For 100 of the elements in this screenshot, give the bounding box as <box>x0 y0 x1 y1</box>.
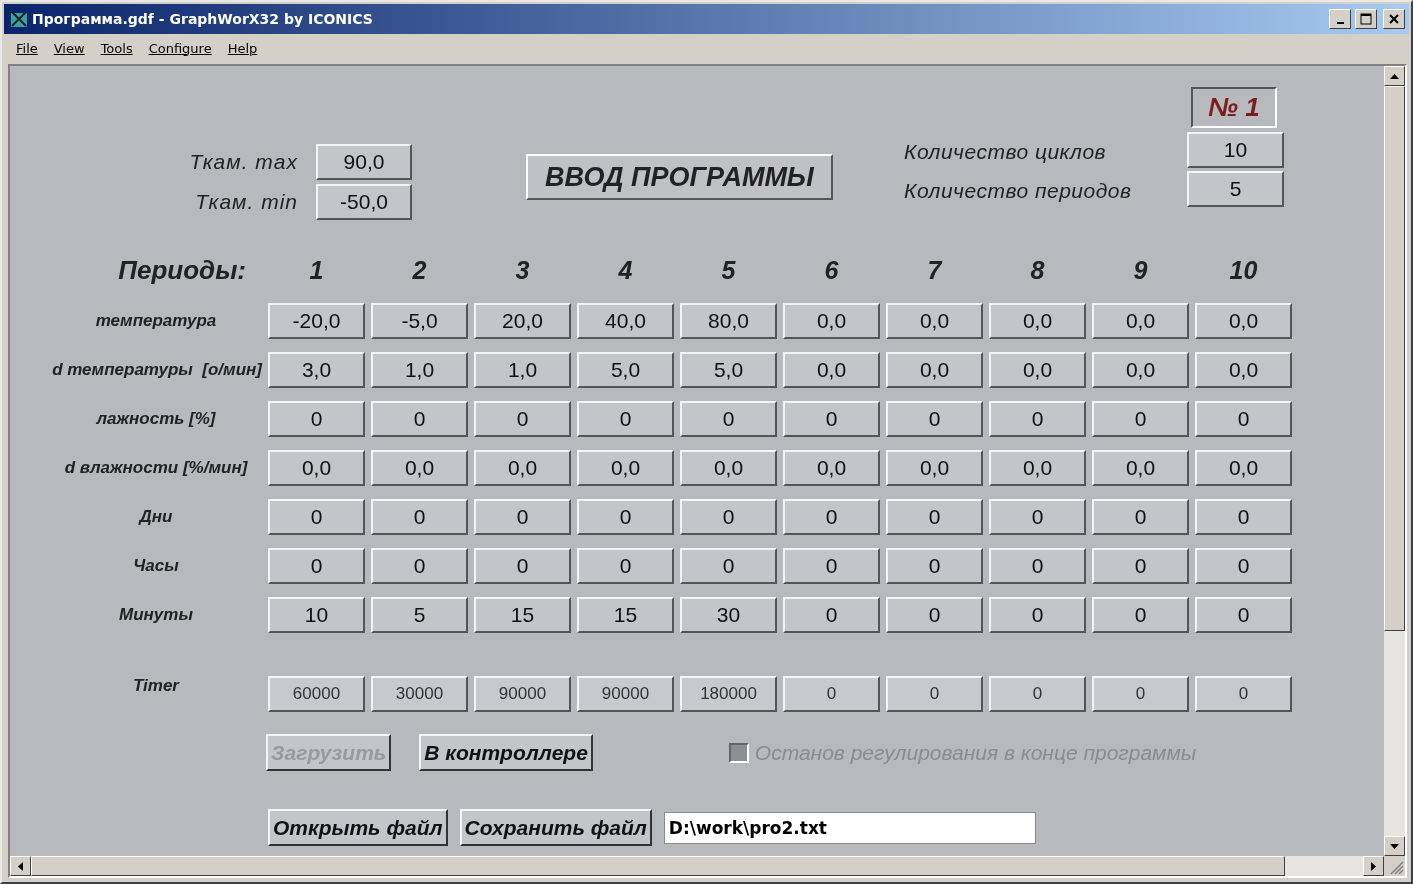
limit-field[interactable]: -50,0 <box>316 184 412 220</box>
open-file-button[interactable]: Открыть файл <box>268 809 448 846</box>
scroll-up-button[interactable] <box>1384 66 1405 86</box>
value-field[interactable]: 3,0 <box>268 352 365 388</box>
scroll-right-button[interactable] <box>1363 856 1384 876</box>
value-field[interactable]: 0 <box>1195 548 1292 584</box>
value-field[interactable]: 0,0 <box>989 303 1086 339</box>
value-field[interactable]: 0 <box>886 499 983 535</box>
value-field[interactable]: 0 <box>680 401 777 437</box>
value-field[interactable]: 0 <box>577 548 674 584</box>
value-field[interactable]: 0 <box>1092 499 1189 535</box>
value-field[interactable]: 5,0 <box>577 352 674 388</box>
value-field[interactable]: 15 <box>577 597 674 633</box>
save-file-button[interactable]: Сохранить файл <box>459 809 652 846</box>
value-field[interactable]: 0 <box>680 499 777 535</box>
file-path-field[interactable]: D:\work\pro2.txt <box>663 811 1036 844</box>
value-field[interactable]: 0,0 <box>886 352 983 388</box>
value-field[interactable]: 0 <box>577 401 674 437</box>
value-field[interactable]: 0 <box>886 597 983 633</box>
value-field[interactable]: 0 <box>886 401 983 437</box>
value-field[interactable]: 0 <box>474 548 571 584</box>
value-field[interactable]: 0,0 <box>1092 352 1189 388</box>
scroll-left-button[interactable] <box>10 856 31 876</box>
vertical-scrollbar[interactable] <box>1384 66 1405 856</box>
value-field[interactable]: 0,0 <box>783 352 880 388</box>
value-field[interactable]: -5,0 <box>371 303 468 339</box>
value-field[interactable]: 0 <box>1092 597 1189 633</box>
value-field[interactable]: 10 <box>268 597 365 633</box>
maximize-button[interactable] <box>1355 9 1377 29</box>
value-field[interactable]: 0,0 <box>1195 450 1292 486</box>
value-field[interactable]: 0,0 <box>268 450 365 486</box>
value-field[interactable]: 15 <box>474 597 571 633</box>
value-field[interactable]: 0 <box>474 401 571 437</box>
count-label: Количество циклов <box>904 139 1108 164</box>
window-title: Программа.gdf - GraphWorX32 by ICONICS <box>32 11 374 27</box>
value-field[interactable]: 0,0 <box>783 450 880 486</box>
value-field[interactable]: 0 <box>268 401 365 437</box>
value-field[interactable]: 0,0 <box>886 303 983 339</box>
right-arrow-icon <box>1371 861 1376 871</box>
menu-item[interactable]: Help <box>219 40 266 56</box>
count-label: Количество периодов <box>904 178 1133 203</box>
scroll-down-button[interactable] <box>1384 836 1405 856</box>
value-field[interactable]: 0 <box>1092 401 1189 437</box>
value-field[interactable]: 0 <box>989 548 1086 584</box>
count-field[interactable]: 10 <box>1187 132 1284 168</box>
app-icon <box>10 10 28 28</box>
scroll-thumb[interactable] <box>1384 86 1405 631</box>
value-field[interactable]: 0 <box>371 499 468 535</box>
value-field[interactable]: 0,0 <box>1092 450 1189 486</box>
value-field[interactable]: 80,0 <box>680 303 777 339</box>
program-number: № 1 <box>1191 87 1277 128</box>
value-field[interactable]: 30 <box>680 597 777 633</box>
close-button[interactable] <box>1383 9 1405 29</box>
controller-button[interactable]: В контроллере <box>419 734 593 771</box>
menu-item[interactable]: Tools <box>92 40 141 56</box>
value-field[interactable]: 0 <box>783 548 880 584</box>
count-field[interactable]: 5 <box>1187 171 1284 207</box>
value-field[interactable]: 0 <box>268 548 365 584</box>
value-field[interactable]: 0 <box>886 548 983 584</box>
value-field[interactable]: 5 <box>371 597 468 633</box>
value-field[interactable]: 0 <box>783 499 880 535</box>
value-field[interactable]: 0 <box>268 499 365 535</box>
value-field[interactable]: 0,0 <box>783 303 880 339</box>
value-field[interactable]: 0 <box>989 597 1086 633</box>
value-field[interactable]: 0,0 <box>680 450 777 486</box>
value-field[interactable]: 0 <box>1195 597 1292 633</box>
value-field[interactable]: -20,0 <box>268 303 365 339</box>
value-field[interactable]: 1,0 <box>371 352 468 388</box>
period-number: 4 <box>617 254 634 286</box>
value-field[interactable]: 0,0 <box>1092 303 1189 339</box>
value-field[interactable]: 0 <box>1195 401 1292 437</box>
value-field[interactable]: 0,0 <box>1195 303 1292 339</box>
value-field[interactable]: 0 <box>1195 499 1292 535</box>
timer-readout: 30000 <box>371 676 468 712</box>
value-field[interactable]: 0 <box>1092 548 1189 584</box>
value-field[interactable]: 0 <box>474 499 571 535</box>
value-field[interactable]: 0,0 <box>1195 352 1292 388</box>
value-field[interactable]: 40,0 <box>577 303 674 339</box>
value-field[interactable]: 0,0 <box>371 450 468 486</box>
menu-item[interactable]: Configure <box>140 40 220 56</box>
value-field[interactable]: 0 <box>989 401 1086 437</box>
value-field[interactable]: 0,0 <box>989 450 1086 486</box>
minimize-button[interactable] <box>1329 9 1351 29</box>
value-field[interactable]: 0 <box>371 401 468 437</box>
value-field[interactable]: 0,0 <box>474 450 571 486</box>
menu-item[interactable]: View <box>45 40 93 56</box>
value-field[interactable]: 0 <box>783 401 880 437</box>
value-field[interactable]: 0 <box>371 548 468 584</box>
value-field[interactable]: 20,0 <box>474 303 571 339</box>
value-field[interactable]: 0 <box>989 499 1086 535</box>
value-field[interactable]: 1,0 <box>474 352 571 388</box>
value-field[interactable]: 0 <box>680 548 777 584</box>
limit-field[interactable]: 90,0 <box>316 144 412 180</box>
value-field[interactable]: 0,0 <box>577 450 674 486</box>
value-field[interactable]: 0 <box>783 597 880 633</box>
value-field[interactable]: 0,0 <box>989 352 1086 388</box>
menu-item[interactable]: File <box>8 40 46 56</box>
value-field[interactable]: 5,0 <box>680 352 777 388</box>
value-field[interactable]: 0,0 <box>886 450 983 486</box>
value-field[interactable]: 0 <box>577 499 674 535</box>
